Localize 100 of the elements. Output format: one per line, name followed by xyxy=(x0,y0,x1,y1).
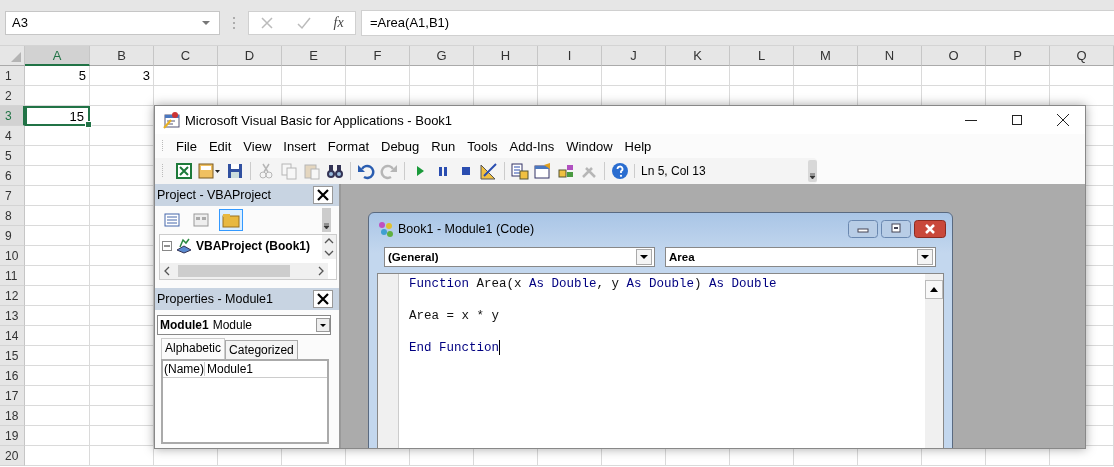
row-header[interactable]: 6 xyxy=(0,166,25,186)
column-header[interactable]: O xyxy=(922,46,986,66)
toolbar-options-icon[interactable] xyxy=(808,160,817,182)
row-header[interactable]: 14 xyxy=(0,326,25,346)
row-header[interactable]: 19 xyxy=(0,426,25,446)
column-header[interactable]: M xyxy=(794,46,858,66)
menu-item[interactable]: Run xyxy=(425,138,462,154)
horizontal-scrollbar[interactable] xyxy=(160,263,328,279)
tab[interactable]: Alphabetic xyxy=(161,338,226,359)
column-header[interactable]: K xyxy=(666,46,730,66)
column-header[interactable]: D xyxy=(218,46,282,66)
row-header[interactable]: 10 xyxy=(0,246,25,266)
row-header[interactable]: 17 xyxy=(0,386,25,406)
menu-item[interactable]: Format xyxy=(321,138,375,154)
row-header[interactable]: 13 xyxy=(0,306,25,326)
restore-button[interactable] xyxy=(881,220,911,238)
menu-item[interactable]: Add-Ins xyxy=(503,138,561,154)
row-header[interactable]: 3 xyxy=(0,106,25,126)
binoculars-icon[interactable] xyxy=(326,162,344,180)
vba-app-icon xyxy=(163,111,181,129)
vertical-scrollbar[interactable] xyxy=(322,235,336,259)
object-browser-icon[interactable] xyxy=(557,162,575,180)
maximize-icon[interactable] xyxy=(1011,114,1023,126)
close-icon[interactable] xyxy=(313,290,333,308)
insert-function-button[interactable]: fx xyxy=(333,14,344,31)
column-header[interactable]: N xyxy=(858,46,922,66)
object-dropdown[interactable]: (General) xyxy=(384,247,655,267)
window-title: Microsoft Visual Basic for Applications - Book1 xyxy=(185,112,454,128)
property-value[interactable]: Module1 xyxy=(205,362,254,376)
properties-icon[interactable] xyxy=(534,162,552,180)
row-header[interactable]: 11 xyxy=(0,266,25,286)
cursor-position: Ln 5, Col 13 xyxy=(634,164,803,178)
toolbar-options-icon[interactable] xyxy=(322,208,331,232)
column-header[interactable]: F xyxy=(346,46,410,66)
row-header[interactable]: 5 xyxy=(0,146,25,166)
vertical-scrollbar[interactable] xyxy=(925,274,943,448)
window-title: Book1 - Module1 (Code) xyxy=(398,222,536,236)
tab[interactable]: Categorized xyxy=(225,340,298,359)
object-dropdown[interactable]: Module1 Module xyxy=(157,315,331,335)
fill-handle[interactable] xyxy=(85,121,92,128)
menu-item[interactable]: Insert xyxy=(277,138,322,154)
menu-item[interactable]: File xyxy=(170,138,203,154)
project-explorer-icon[interactable] xyxy=(511,162,529,180)
collapse-icon[interactable] xyxy=(162,241,172,251)
dropdown-caret-icon[interactable] xyxy=(316,318,330,332)
property-name[interactable]: (Name) xyxy=(163,362,205,376)
menu-item[interactable]: Tools xyxy=(461,138,504,154)
code-line: Area = x * y xyxy=(409,308,500,325)
table-cell[interactable]: 15 xyxy=(25,106,90,126)
close-button[interactable] xyxy=(914,220,946,238)
close-icon[interactable] xyxy=(1057,114,1069,126)
name-box[interactable]: A3 xyxy=(5,10,220,35)
triangle-ruler-icon[interactable] xyxy=(480,162,498,180)
close-icon[interactable] xyxy=(313,186,333,204)
excel-icon[interactable] xyxy=(175,162,193,180)
column-header[interactable]: B xyxy=(90,46,154,66)
column-header[interactable]: I xyxy=(538,46,602,66)
column-header[interactable]: L xyxy=(730,46,794,66)
menu-item[interactable]: Edit xyxy=(202,138,238,154)
menu-item[interactable]: Help xyxy=(618,138,658,154)
table-cell[interactable]: 5 xyxy=(25,66,90,86)
table-cell[interactable]: 3 xyxy=(90,66,154,86)
row-header[interactable]: 4 xyxy=(0,126,25,146)
procedure-dropdown[interactable]: Area xyxy=(665,247,936,267)
column-header[interactable]: E xyxy=(282,46,346,66)
row-header[interactable]: 1 xyxy=(0,66,25,86)
row-header[interactable]: 2 xyxy=(0,86,25,106)
row-header[interactable]: 20 xyxy=(0,446,25,466)
row-header[interactable]: 7 xyxy=(0,186,25,206)
menu-item[interactable]: Debug xyxy=(375,138,426,154)
row-header[interactable]: 8 xyxy=(0,206,25,226)
menu-item[interactable]: View xyxy=(237,138,278,154)
dropdown-caret-icon[interactable] xyxy=(917,249,933,265)
formula-field[interactable]: =Area(A1,B1) xyxy=(361,9,1114,36)
undo-icon[interactable] xyxy=(357,162,375,180)
row-header[interactable]: 9 xyxy=(0,226,25,246)
column-header[interactable]: J xyxy=(602,46,666,66)
grip-icon xyxy=(161,139,164,153)
save-icon[interactable] xyxy=(226,162,244,180)
help-icon[interactable] xyxy=(611,162,629,180)
column-header[interactable]: Q xyxy=(1050,46,1114,66)
column-header[interactable]: P xyxy=(986,46,1050,66)
code-line: End Function xyxy=(409,340,502,358)
column-header[interactable]: H xyxy=(474,46,538,66)
grip-icon xyxy=(161,163,164,179)
column-header[interactable]: C xyxy=(154,46,218,66)
code-line: Function Area(x As Double, y As Double) As Double xyxy=(409,276,778,293)
column-header[interactable]: A xyxy=(25,46,90,66)
menu-item[interactable]: Window xyxy=(560,138,619,154)
column-header[interactable]: G xyxy=(410,46,474,66)
dropdown-caret-icon[interactable] xyxy=(636,249,652,265)
panel-title: Properties - Module1 xyxy=(157,292,274,306)
module-icon xyxy=(377,220,395,238)
panel-title: Project - VBAProject xyxy=(157,188,271,202)
row-header[interactable]: 18 xyxy=(0,406,25,426)
insert-module-icon[interactable] xyxy=(198,162,221,180)
row-header[interactable]: 16 xyxy=(0,366,25,386)
tree-item[interactable]: VBAProject (Book1) xyxy=(196,239,311,253)
row-header[interactable]: 15 xyxy=(0,346,25,366)
row-header[interactable]: 12 xyxy=(0,286,25,306)
